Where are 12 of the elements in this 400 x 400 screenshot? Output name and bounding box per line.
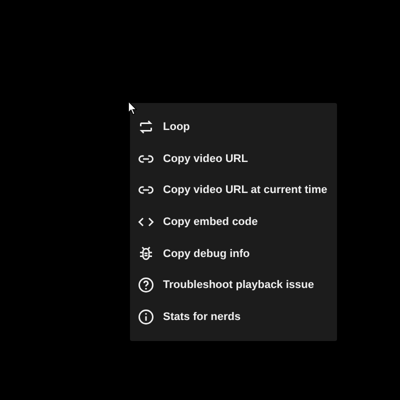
menu-item[interactable]: Copy debug info [130, 238, 328, 270]
menu-item[interactable]: Stats for nerds [130, 301, 328, 333]
menu-item[interactable]: Copy video URL [130, 142, 328, 174]
menu-item[interactable]: Loop [130, 111, 328, 143]
menu-item[interactable]: Troubleshoot playback issue [130, 269, 328, 302]
mouse-pointer-icon [128, 101, 137, 115]
bug-icon [137, 244, 155, 263]
loop-icon [137, 118, 155, 136]
help-icon [137, 276, 155, 294]
info-icon [137, 308, 155, 326]
menu-item[interactable]: Copy video URL at current time [130, 174, 328, 206]
menu-item[interactable]: Copy embed code [130, 206, 328, 238]
